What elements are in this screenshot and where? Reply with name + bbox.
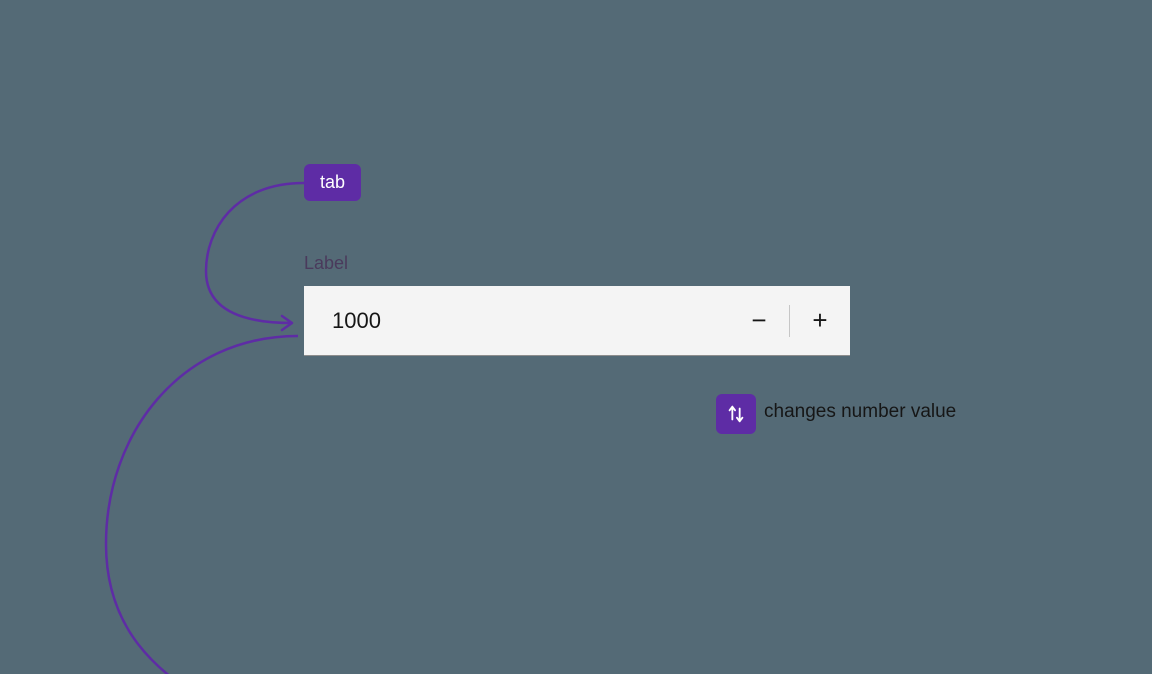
- decrement-button[interactable]: −: [729, 286, 789, 355]
- tab-key-badge: tab: [304, 164, 361, 201]
- minus-icon: −: [751, 305, 766, 336]
- tab-key-label: tab: [320, 172, 345, 192]
- arrow-keys-badge: [716, 394, 756, 434]
- number-input[interactable]: − +: [304, 286, 850, 356]
- flow-curve-bottom: [100, 334, 320, 674]
- arrow-keys-description: changes number value: [764, 401, 956, 423]
- number-input-field[interactable]: [304, 308, 729, 334]
- plus-icon: +: [812, 305, 827, 336]
- field-label: Label: [304, 253, 348, 274]
- stepper-controls: − +: [729, 286, 850, 355]
- increment-button[interactable]: +: [790, 286, 850, 355]
- up-down-arrows-icon: [725, 403, 747, 425]
